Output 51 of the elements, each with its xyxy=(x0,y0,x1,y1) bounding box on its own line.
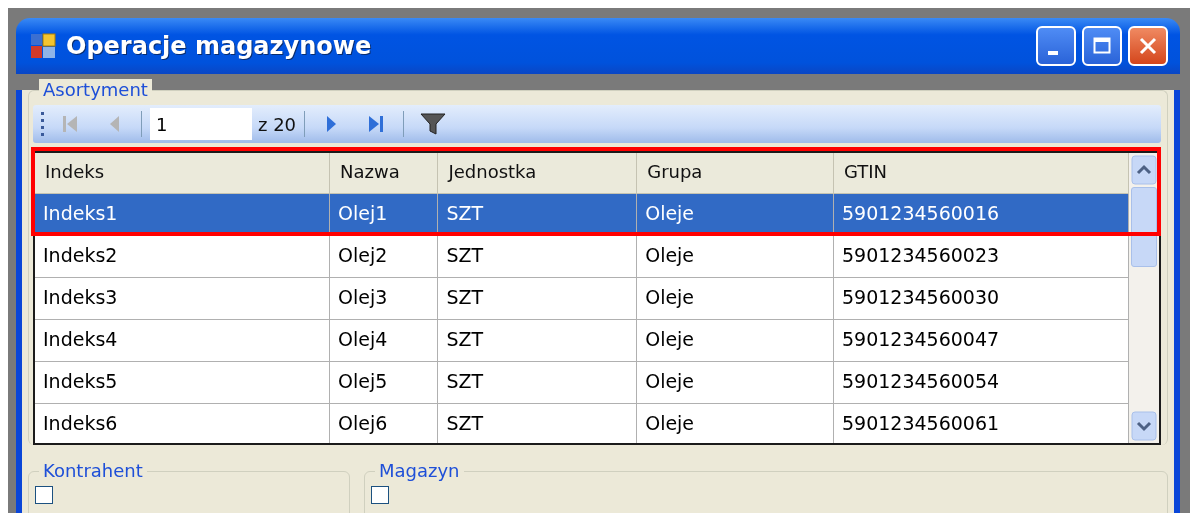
scroll-up-button[interactable] xyxy=(1131,155,1157,185)
table-cell: Oleje xyxy=(637,320,834,361)
table-cell: SZT xyxy=(438,404,638,443)
close-button[interactable] xyxy=(1128,26,1168,66)
position-field[interactable]: 1 xyxy=(150,108,252,140)
table-row[interactable]: Indeks3 Olej3 SZT Oleje 5901234560030 xyxy=(35,278,1129,320)
table-cell: Indeks4 xyxy=(35,320,331,361)
table-cell: Indeks2 xyxy=(35,236,331,277)
minimize-button[interactable] xyxy=(1036,26,1076,66)
table-cell: Indeks6 xyxy=(35,404,331,443)
table-cell: Oleje xyxy=(637,404,834,443)
minimize-icon xyxy=(1048,51,1058,55)
table-cell: Indeks5 xyxy=(35,362,331,403)
column-header[interactable]: Grupa xyxy=(637,153,834,193)
close-icon xyxy=(1138,36,1158,56)
table-cell: SZT xyxy=(438,320,638,361)
checkbox[interactable] xyxy=(35,486,53,504)
maximize-icon xyxy=(1092,36,1112,56)
maximize-button[interactable] xyxy=(1082,26,1122,66)
table-cell: Oleje xyxy=(637,194,834,235)
table-cell: SZT xyxy=(438,362,638,403)
vertical-scrollbar[interactable] xyxy=(1129,153,1159,443)
table-cell: SZT xyxy=(438,236,638,277)
group-label: Asortyment xyxy=(39,79,152,100)
column-header[interactable]: Nazwa xyxy=(330,153,439,193)
table-row[interactable]: Indeks4 Olej4 SZT Oleje 5901234560047 xyxy=(35,320,1129,362)
column-header[interactable]: Jednostka xyxy=(438,153,638,193)
scroll-down-button[interactable] xyxy=(1131,411,1157,441)
table-cell: SZT xyxy=(438,278,638,319)
filter-icon xyxy=(420,112,447,136)
table-cell: Olej1 xyxy=(330,194,439,235)
table-row[interactable]: Indeks2 Olej2 SZT Oleje 5901234560023 xyxy=(35,236,1129,278)
scrollbar-thumb[interactable] xyxy=(1131,187,1157,267)
table-row[interactable]: Indeks5 Olej5 SZT Oleje 5901234560054 xyxy=(35,362,1129,404)
table-cell: Indeks3 xyxy=(35,278,331,319)
table-cell: SZT xyxy=(438,194,638,235)
table-cell: Oleje xyxy=(637,278,834,319)
checkbox[interactable] xyxy=(371,486,389,504)
column-header[interactable]: Indeks xyxy=(35,153,330,193)
table-cell: Indeks1 xyxy=(35,194,331,235)
table-cell: Oleje xyxy=(637,236,834,277)
table-cell: Olej5 xyxy=(330,362,439,403)
table-cell: Olej6 xyxy=(330,404,439,443)
table-cell: Olej2 xyxy=(330,236,439,277)
page-count: z 20 xyxy=(258,113,297,135)
window-title: Operacje magazynowe xyxy=(66,32,373,60)
grip-icon xyxy=(41,111,45,137)
application-icon xyxy=(30,33,56,59)
table-cell: Olej3 xyxy=(330,278,439,319)
table-cell: Oleje xyxy=(637,362,834,403)
table-cell: Olej4 xyxy=(330,320,439,361)
